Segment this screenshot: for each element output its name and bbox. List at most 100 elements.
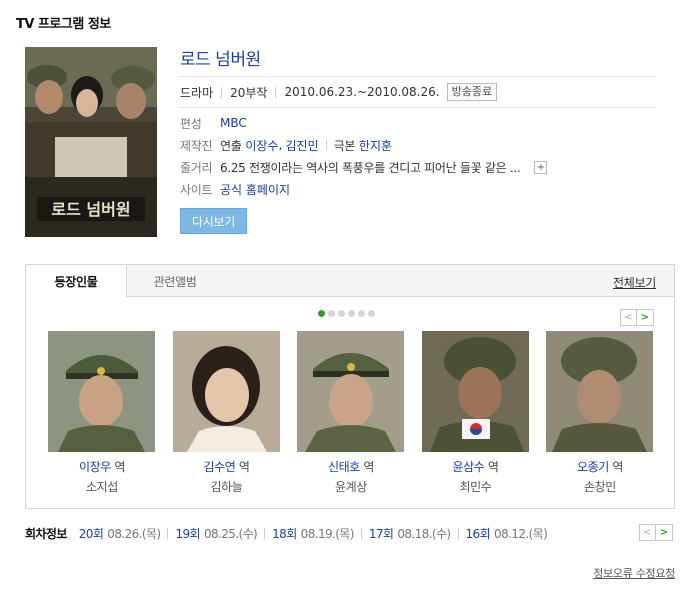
site-row: 사이트 공식 홈페이지: [180, 180, 290, 198]
cast-item[interactable]: 윤삼수 역 최민수: [421, 331, 530, 495]
cast-photo[interactable]: [172, 331, 280, 452]
episode-item[interactable]: 16회 08.12.(목): [466, 525, 548, 542]
separator: [325, 139, 327, 151]
program-poster[interactable]: 로드 넘버원: [25, 47, 157, 237]
episode-number-link[interactable]: 16회: [466, 525, 491, 542]
broadcaster-row: 편성 MBC: [180, 114, 247, 132]
writer-label: 극본: [333, 138, 356, 153]
writer-link[interactable]: 한지훈: [359, 137, 392, 154]
actor-name: 소지섭: [86, 480, 118, 494]
page-dot[interactable]: [318, 310, 325, 317]
actor-name: 윤계상: [335, 480, 367, 494]
cast-list: 이장우 역 소지섭 김수연 역 김하늘 신태호 역 윤계상 윤삼수 역 최민수 …: [48, 331, 654, 495]
episode-prev-button[interactable]: <: [639, 524, 656, 541]
episode-info-label: 회차정보: [25, 526, 67, 541]
role-name-link[interactable]: 신태호: [328, 460, 360, 474]
cast-item[interactable]: 김수연 역 김하늘: [172, 331, 281, 495]
episode-date: 08.18.(수): [397, 526, 451, 541]
cast-photo[interactable]: [48, 331, 155, 452]
role-suffix: 역: [114, 460, 125, 474]
director-link[interactable]: 이장수: [245, 137, 278, 154]
portrait-image: [172, 331, 280, 452]
episode-number-link[interactable]: 18회: [272, 525, 297, 542]
episode-item[interactable]: 18회 08.19.(목): [272, 525, 354, 542]
report-error-link[interactable]: 정보오류 수정요청: [593, 565, 675, 581]
episode-number-link[interactable]: 17회: [369, 525, 394, 542]
status-badge: 방송종료: [446, 83, 498, 101]
role-suffix: 역: [487, 460, 499, 474]
program-title[interactable]: 로드 넘버원: [180, 45, 261, 70]
cast-page-indicator: [318, 310, 375, 317]
divider: [180, 76, 655, 77]
episode-next-button[interactable]: >: [656, 524, 673, 541]
cast-photo[interactable]: [421, 331, 529, 452]
director-label: 연출: [220, 138, 242, 153]
page-dot[interactable]: [338, 310, 345, 317]
page-dot[interactable]: [348, 310, 355, 317]
staff-label: 제작진: [180, 138, 213, 153]
portrait-image: [546, 331, 653, 452]
staff-row: 제작진 연출 이장수, 김진민 극본 한지훈: [180, 137, 393, 154]
role-name-link[interactable]: 윤삼수: [453, 460, 485, 474]
section-title: TV 프로그램 정보: [16, 17, 111, 32]
genre: 드라마: [180, 85, 214, 100]
portrait-image: [297, 331, 404, 452]
episode-count: 20부작: [230, 85, 268, 100]
episode-number-link[interactable]: 19회: [175, 525, 200, 542]
synopsis-label: 줄거리: [180, 160, 213, 175]
synopsis-text: 6.25 전쟁이라는 역사의 폭풍우를 견디고 피어난 들꽃 같은 ...: [220, 160, 521, 175]
tab-album[interactable]: 관련앨범: [127, 265, 223, 298]
separator: [360, 527, 362, 539]
role-suffix: 역: [363, 460, 374, 474]
episode-info: 회차정보 20회 08.26.(목) 19회 08.25.(수) 18회 08.19.…: [25, 524, 548, 542]
tab-cast[interactable]: 등장인물: [26, 265, 127, 298]
portrait-image: [421, 331, 529, 452]
separator: [167, 527, 169, 539]
separator: [264, 527, 266, 539]
role-name-link[interactable]: 김수연: [204, 460, 236, 474]
page-dot[interactable]: [358, 310, 365, 317]
portrait-image: [48, 331, 155, 452]
cast-item[interactable]: 신태호 역 윤계상: [297, 331, 405, 495]
cast-item[interactable]: 이장우 역 소지섭: [48, 331, 156, 495]
cast-next-button[interactable]: >: [637, 309, 654, 326]
cast-prev-button[interactable]: <: [620, 309, 637, 326]
divider: [180, 107, 655, 108]
view-all-link[interactable]: 전체보기: [613, 274, 656, 291]
episode-item[interactable]: 20회 08.26.(목): [79, 525, 161, 542]
role-name-link[interactable]: 오종기: [577, 460, 609, 474]
actor-name: 최민수: [459, 480, 492, 494]
episode-item[interactable]: 17회 08.18.(수): [369, 525, 451, 542]
poster-title-text: 로드 넘버원: [51, 200, 130, 219]
role-suffix: 역: [612, 460, 623, 474]
director-link[interactable]: 김진민: [285, 137, 318, 154]
role-name-link[interactable]: 이장우: [79, 460, 111, 474]
cast-pager: < >: [620, 309, 654, 326]
episode-date: 08.12.(목): [494, 526, 548, 541]
episode-item[interactable]: 19회 08.25.(수): [175, 525, 257, 542]
episode-date: 08.19.(목): [300, 526, 355, 541]
episode-pager: < >: [639, 524, 673, 541]
synopsis-row: 줄거리 6.25 전쟁이라는 역사의 폭풍우를 견디고 피어난 들꽃 같은 ..…: [180, 158, 548, 176]
site-label: 사이트: [180, 182, 213, 197]
broadcaster-link[interactable]: MBC: [220, 116, 247, 130]
separator: [457, 527, 459, 539]
expand-synopsis-button[interactable]: +: [534, 160, 548, 174]
separator: [221, 86, 223, 98]
tab-bar: 등장인물 관련앨범 전체보기: [26, 265, 674, 298]
page-dot[interactable]: [368, 310, 375, 317]
separator: [275, 86, 277, 98]
page-dot[interactable]: [328, 310, 335, 317]
cast-photo[interactable]: [297, 331, 404, 452]
cast-photo[interactable]: [546, 331, 653, 452]
official-site-link[interactable]: 공식 홈페이지: [220, 181, 290, 198]
episode-number-link[interactable]: 20회: [79, 525, 104, 542]
poster-image: 로드 넘버원: [25, 47, 157, 237]
cast-panel: 등장인물 관련앨범 전체보기 < > 이장우 역 소지섭 김수연 역 김하늘 신…: [25, 264, 675, 509]
episode-date: 08.26.(목): [107, 526, 161, 541]
role-suffix: 역: [238, 460, 250, 474]
program-meta: 드라마 20부작 2010.06.23.~2010.08.26. 방송종료: [180, 82, 498, 102]
rewatch-button[interactable]: 다시보기: [180, 208, 247, 234]
cast-item[interactable]: 오종기 역 손창민: [546, 331, 654, 495]
episode-date: 08.25.(수): [203, 526, 258, 541]
